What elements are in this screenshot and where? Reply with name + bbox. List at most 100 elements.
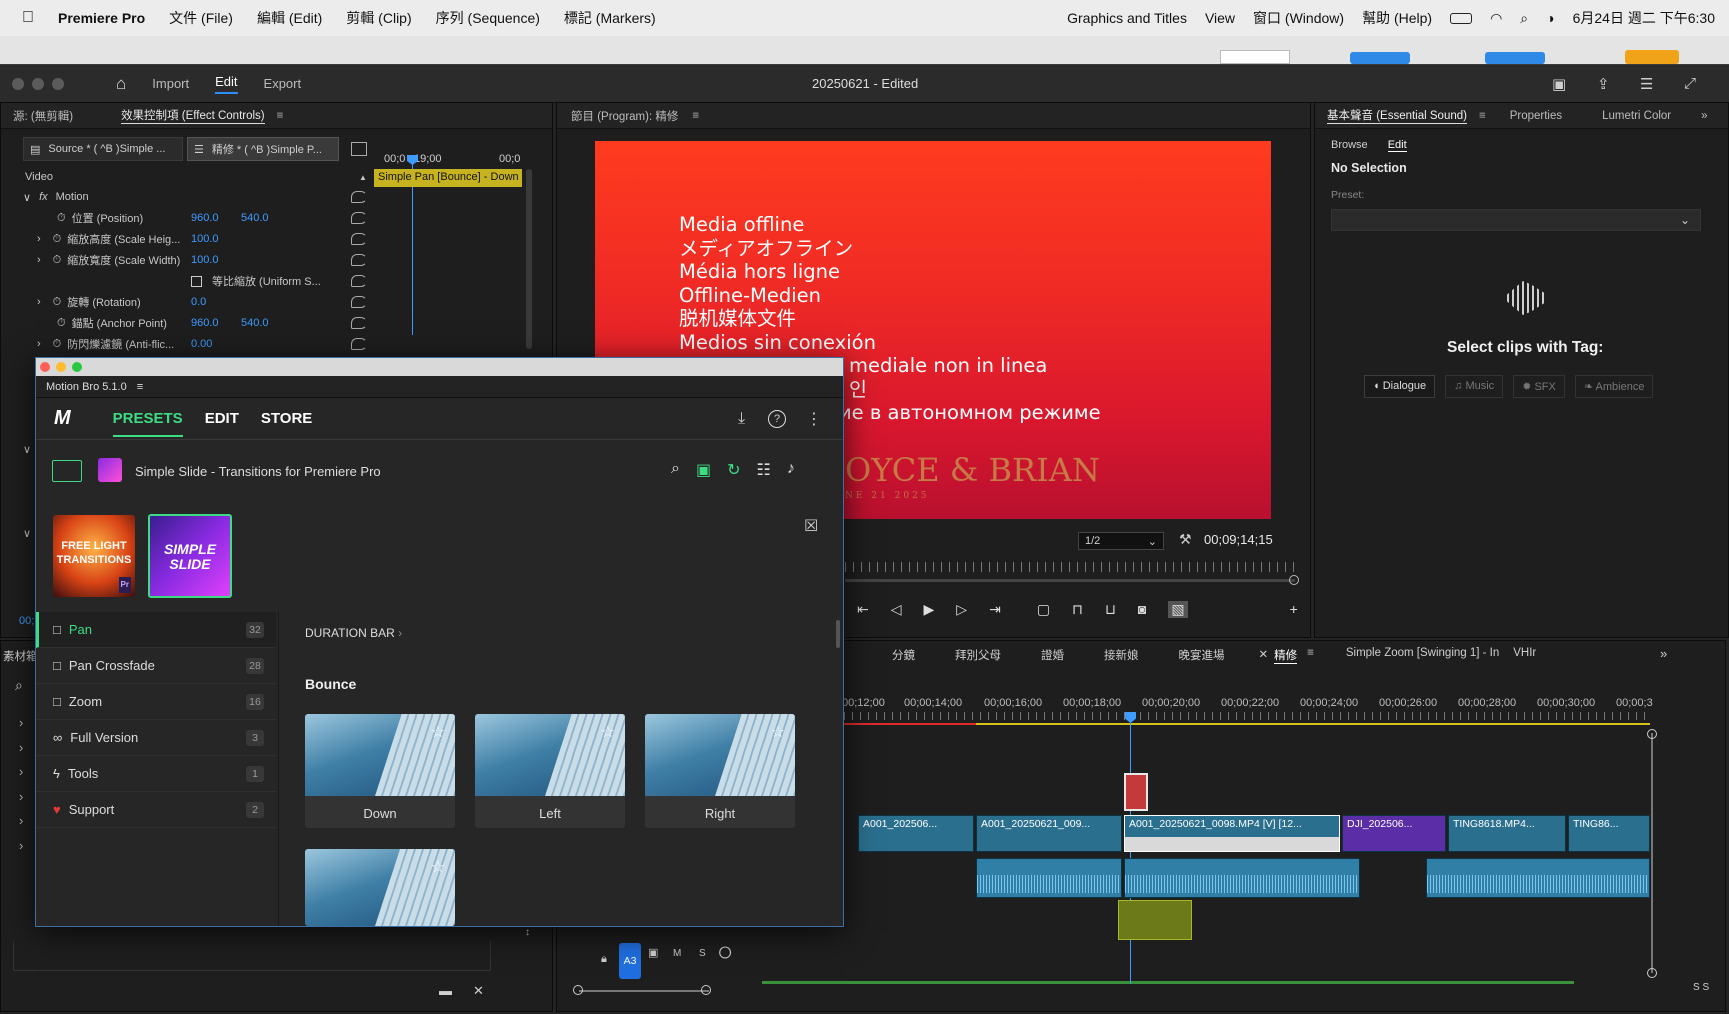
video-clip[interactable]: A001_202506... [858, 815, 974, 852]
quick-export-icon[interactable]: ☰ [1640, 75, 1653, 93]
sequence-clip-tab[interactable]: ☰ 精修 * ( ^B )Simple P... [187, 137, 339, 161]
menubar-clock[interactable]: 6月24日 週二 下午6:30 [1573, 8, 1715, 28]
panel-menu-icon[interactable]: ≡ [137, 381, 143, 393]
trash-icon[interactable]: ☒ [804, 516, 818, 536]
stopwatch-icon[interactable]: ⏱ [53, 254, 62, 267]
panel-menu-icon[interactable]: ≡ [277, 110, 284, 122]
a3-track-target[interactable]: A3 [619, 943, 641, 979]
property-scale-height[interactable]: › ⏱ 縮放高度 (Scale Heig... 100.0 [1, 229, 367, 249]
program-scrubber[interactable] [845, 579, 1295, 582]
category-pan-crossfade[interactable]: □ Pan Crossfade 28 [36, 648, 276, 684]
sequence-tab-active[interactable]: 精修 [1274, 647, 1298, 664]
video-clip[interactable]: DJI_202506... [1342, 815, 1446, 852]
download-icon[interactable]: ⤓ [738, 410, 745, 428]
preset-card[interactable]: ☆ [305, 849, 455, 926]
property-position[interactable]: ⏱ 位置 (Position) 960.0 540.0 [1, 208, 367, 228]
preset-card-left[interactable]: ☆ Left [475, 714, 625, 828]
workspaces-icon[interactable]: ▣ [1552, 75, 1566, 93]
control-center-icon[interactable]: ◑ [1546, 10, 1554, 26]
preset-card-down[interactable]: ☆ Down [305, 714, 455, 828]
timeline-zoom-bar[interactable] [579, 990, 709, 992]
audio-clip[interactable] [976, 858, 1122, 898]
category-full-version[interactable]: ∞ Full Version 3 [36, 720, 276, 756]
audio-clip-a3[interactable] [1118, 900, 1192, 940]
close-tab-icon[interactable]: ✕ [1259, 647, 1269, 664]
browse-tab[interactable]: Browse [1331, 139, 1368, 152]
dialogue-tag-button[interactable]: ◖ Dialogue [1364, 375, 1436, 398]
more-tabs-icon[interactable]: » [1660, 646, 1667, 661]
expand-chevron-icon[interactable]: › [37, 233, 41, 245]
tab-import[interactable]: Import [152, 76, 189, 91]
menu-clip[interactable]: 剪輯 (Clip) [346, 8, 411, 28]
ec-scrollbar[interactable] [526, 169, 532, 349]
ec-current-timecode[interactable]: 00; [19, 615, 34, 627]
step-back-icon[interactable]: ◁ [891, 601, 902, 618]
preview-video-icon[interactable]: ▣ [696, 460, 711, 480]
autoplay-icon[interactable]: ↻ [727, 460, 740, 480]
program-ruler[interactable] [845, 562, 1295, 572]
voiceover-mic-icon[interactable]: ⭕︎ [719, 945, 731, 960]
sequence-tab[interactable]: 分鏡 [892, 647, 915, 664]
anchor-y-value[interactable]: 540.0 [241, 317, 269, 329]
sfx-tag-button[interactable]: ✹ SFX [1513, 375, 1565, 398]
breadcrumb[interactable]: DURATION BAR › [305, 626, 402, 640]
more-options-icon[interactable]: ⋮ [806, 409, 822, 429]
menu-markers[interactable]: 標記 (Markers) [564, 8, 656, 28]
video-clip-selected[interactable]: A001_20250621_0098.MP4 [V] [12... [1124, 815, 1340, 852]
property-anti-flicker[interactable]: › ⏱ 防閃爍濾鏡 (Anti-flic... 0.00 [1, 334, 367, 354]
menu-graphics[interactable]: Graphics and Titles [1067, 10, 1187, 26]
solo-toggle[interactable]: S [699, 948, 706, 959]
timeline-scroll-handle[interactable] [1647, 729, 1657, 739]
help-icon[interactable]: ? [768, 409, 786, 428]
audio-clip[interactable] [1426, 858, 1650, 898]
sound-icon[interactable]: ♪ [787, 460, 795, 480]
zoom-bar-left-handle[interactable] [573, 985, 583, 995]
wrench-icon[interactable]: ⚒ [1179, 531, 1192, 548]
favorite-star-icon[interactable]: ☆ [431, 722, 445, 742]
mb-scrollbar[interactable] [836, 620, 840, 648]
reset-icon[interactable] [351, 275, 367, 287]
zoom-dropdown[interactable]: 1/2 ⌄ [1078, 532, 1164, 550]
timeline-right-scroll[interactable] [1651, 733, 1653, 973]
reset-icon[interactable] [351, 317, 367, 329]
toggle-timeline-icon[interactable] [351, 142, 367, 156]
mb-minimize-button[interactable] [56, 362, 66, 372]
sequence-tab[interactable]: 接新娘 [1104, 647, 1139, 664]
category-support[interactable]: ♥ Support 2 [36, 792, 276, 828]
tab-edit[interactable]: Edit [215, 74, 238, 94]
ec-clip-bar[interactable]: Simple Pan [Bounce] - Down [374, 169, 522, 187]
battery-icon[interactable] [1450, 12, 1473, 24]
more-tabs-icon[interactable]: » [1701, 110, 1707, 122]
safe-margins-icon[interactable]: ▢ [1037, 601, 1050, 618]
spotlight-search-icon[interactable]: ⌕ [1520, 10, 1528, 27]
stopwatch-icon[interactable]: ⏱ [53, 233, 62, 246]
video-clip[interactable]: A001_20250621_009... [976, 815, 1122, 852]
property-uniform-scale[interactable]: 等比縮放 (Uniform S... [1, 271, 367, 291]
properties-tab[interactable]: Properties [1510, 110, 1562, 122]
expand-chevron-icon[interactable]: › [37, 254, 41, 266]
menu-sequence[interactable]: 序列 (Sequence) [436, 8, 540, 28]
sync-lock-icon[interactable]: ▣ [648, 946, 658, 959]
lift-icon[interactable]: ⊓ [1072, 601, 1083, 618]
ambience-tag-button[interactable]: ❧ Ambience [1574, 375, 1654, 398]
upper-video-clip[interactable] [1124, 773, 1148, 811]
stopwatch-icon[interactable]: ⏱ [53, 338, 62, 351]
a3-lock-icon[interactable]: 🔒︎ [601, 953, 607, 966]
menu-edit[interactable]: 編輯 (Edit) [257, 8, 322, 28]
delete-icon[interactable]: ✕ [473, 983, 484, 999]
expand-chevron-icon[interactable]: › [37, 296, 41, 308]
rotation-value[interactable]: 0.0 [191, 296, 206, 308]
preset-dropdown[interactable]: ⌄ [1331, 209, 1701, 231]
preset-card-right[interactable]: ☆ Right [645, 714, 795, 828]
zoom-window-button[interactable] [52, 77, 64, 90]
sequence-tab[interactable]: 拜別父母 [955, 647, 1001, 664]
video-clip[interactable]: TING8618.MP4... [1448, 815, 1566, 852]
reset-icon[interactable] [351, 233, 367, 245]
compare-view-icon[interactable]: ▧ [1168, 601, 1188, 618]
favorite-star-icon[interactable]: ☆ [431, 857, 445, 877]
extract-icon[interactable]: ⊔ [1105, 601, 1116, 618]
zoom-bar-right-handle[interactable] [701, 985, 711, 995]
anti-flicker-value[interactable]: 0.00 [191, 338, 212, 350]
stopwatch-icon[interactable]: ⏱ [53, 296, 62, 309]
menu-help[interactable]: 幫助 (Help) [1362, 8, 1432, 28]
